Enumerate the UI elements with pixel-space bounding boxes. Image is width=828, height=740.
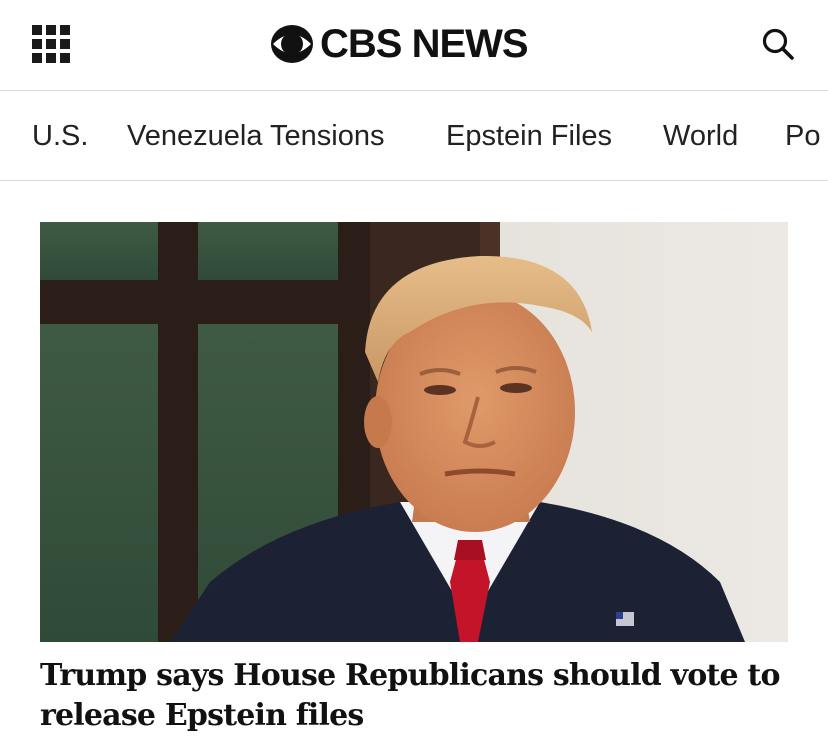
nav-item-venezuela-tensions[interactable]: Venezuela Tensions (127, 119, 384, 153)
grid-dot (60, 53, 70, 63)
article-hero-image[interactable] (40, 222, 788, 642)
article-headline[interactable]: Trump says House Republicans should vote… (40, 656, 800, 736)
grid-dot (46, 39, 56, 49)
grid-menu-icon[interactable] (32, 25, 70, 63)
grid-dot (32, 53, 42, 63)
nav-item-politics-truncated[interactable]: Po (785, 119, 820, 153)
grid-dot (46, 53, 56, 63)
nav-item-world[interactable]: World (663, 119, 738, 153)
grid-dot (60, 39, 70, 49)
cbs-news-logo[interactable]: CBS NEWS (270, 22, 529, 66)
grid-dot (60, 25, 70, 35)
nav-item-us[interactable]: U.S. (32, 119, 88, 153)
nav-item-epstein-files[interactable]: Epstein Files (446, 119, 612, 153)
cbs-eye-icon (271, 25, 313, 63)
grid-dot (32, 25, 42, 35)
top-bar: CBS NEWS (0, 0, 828, 91)
section-nav: U.S. Venezuela Tensions Epstein Files Wo… (0, 91, 828, 181)
grid-dot (46, 25, 56, 35)
logo-text: CBS NEWS (320, 22, 529, 66)
grid-dot (32, 39, 42, 49)
search-icon[interactable] (760, 26, 796, 62)
